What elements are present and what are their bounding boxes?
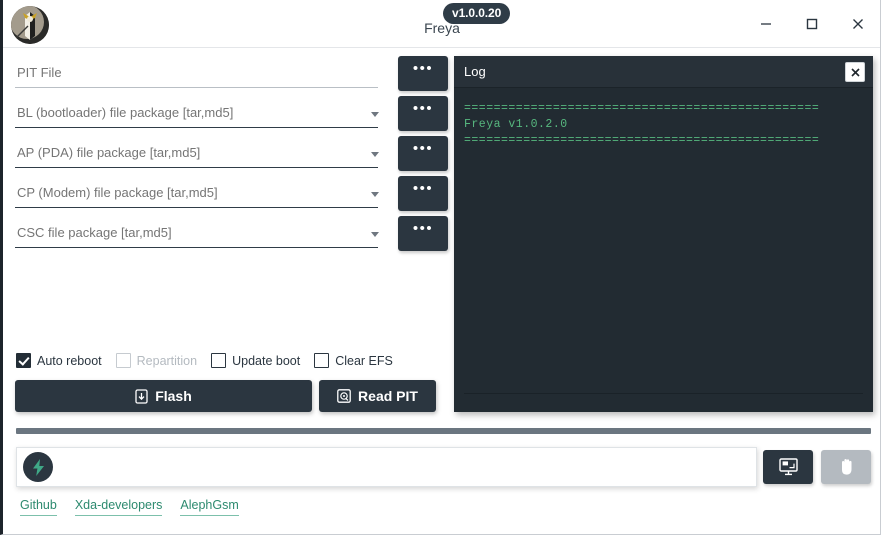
field-row-pit-file: ••• [15, 56, 448, 94]
monitor-screen-icon [778, 458, 798, 476]
progress-bar [16, 428, 871, 434]
status-bar[interactable] [16, 447, 757, 487]
window-controls [743, 0, 880, 47]
repartition-label: Repartition [136, 353, 198, 368]
log-panel: Log ====================================… [454, 56, 873, 412]
title-bar: Freya v1.0.0.20 [3, 0, 880, 48]
field-row-bl-package: ••• [15, 96, 448, 134]
log-output[interactable]: ========================================… [454, 89, 873, 412]
close-icon [850, 67, 860, 77]
cp-package-browse-button[interactable]: ••• [398, 176, 448, 211]
maximize-button[interactable] [789, 0, 835, 47]
field-row-ap-package: ••• [15, 136, 448, 174]
log-panel-title: Log [464, 64, 486, 79]
clear-efs-label: Clear EFS [335, 353, 393, 368]
field-row-cp-package: ••• [15, 176, 448, 214]
chevron-down-icon[interactable] [371, 232, 379, 237]
maximize-icon [806, 18, 818, 29]
chevron-down-icon[interactable] [371, 112, 379, 117]
log-panel-divider [464, 392, 863, 394]
option-update-boot[interactable]: Update boot [211, 353, 300, 368]
stop-button [821, 450, 871, 484]
option-auto-reboot[interactable]: Auto reboot [16, 353, 102, 368]
auto-reboot-checkbox[interactable] [16, 353, 31, 368]
flash-options-row: Auto reboot Repartition Update boot Clea… [16, 353, 407, 368]
close-button[interactable] [835, 0, 880, 47]
lightning-bolt-icon [23, 452, 53, 482]
app-logo-icon [11, 6, 49, 44]
option-clear-efs[interactable]: Clear EFS [314, 353, 393, 368]
bl-package-browse-button[interactable]: ••• [398, 96, 448, 131]
log-line: ========================================… [464, 134, 820, 147]
hand-stop-icon [841, 459, 851, 475]
clear-efs-checkbox[interactable] [314, 353, 330, 368]
footer-links: Github Xda-developers AlephGsm [20, 498, 239, 516]
bl-package-input[interactable] [15, 100, 378, 128]
close-icon [853, 18, 863, 29]
file-selection-form: ••• ••• ••• ••• ••• [3, 48, 448, 348]
auto-reboot-label: Auto reboot [37, 353, 102, 368]
pit-file-input[interactable] [15, 60, 378, 88]
flash-button-label: Flash [155, 388, 192, 404]
link-alephgsm[interactable]: AlephGsm [180, 498, 239, 516]
version-badge: v1.0.0.20 [443, 3, 511, 24]
display-console-button[interactable] [763, 450, 813, 484]
repartition-checkbox [115, 353, 131, 368]
hard-disk-icon [337, 389, 351, 403]
link-github[interactable]: Github [20, 498, 57, 516]
link-xda-developers[interactable]: Xda-developers [74, 498, 163, 516]
ap-package-input[interactable] [15, 140, 378, 168]
freya-app-window: Freya v1.0.0.20 PIT File ••• BL (bootloa… [0, 0, 881, 535]
chevron-down-icon[interactable] [371, 152, 379, 157]
log-panel-header: Log [454, 56, 873, 88]
csc-package-input[interactable] [15, 220, 378, 248]
phone-download-icon [135, 388, 148, 404]
chevron-down-icon[interactable] [371, 192, 379, 197]
update-boot-checkbox[interactable] [211, 353, 227, 368]
read-pit-button[interactable]: Read PIT [319, 380, 436, 412]
minimize-icon [761, 22, 771, 25]
update-boot-label: Update boot [232, 353, 301, 368]
csc-package-browse-button[interactable]: ••• [398, 216, 448, 251]
cp-package-input[interactable] [15, 180, 378, 208]
log-close-button[interactable] [845, 62, 865, 82]
field-row-csc-package: ••• [15, 216, 448, 254]
ap-package-browse-button[interactable]: ••• [398, 136, 448, 171]
option-repartition: Repartition [115, 353, 198, 368]
pit-file-browse-button[interactable]: ••• [398, 56, 448, 91]
minimize-button[interactable] [743, 0, 789, 47]
read-pit-button-label: Read PIT [358, 388, 418, 404]
flash-button[interactable]: Flash [15, 380, 312, 412]
log-line: Freya v1.0.2.0 [464, 118, 568, 131]
log-line: ========================================… [464, 102, 820, 115]
